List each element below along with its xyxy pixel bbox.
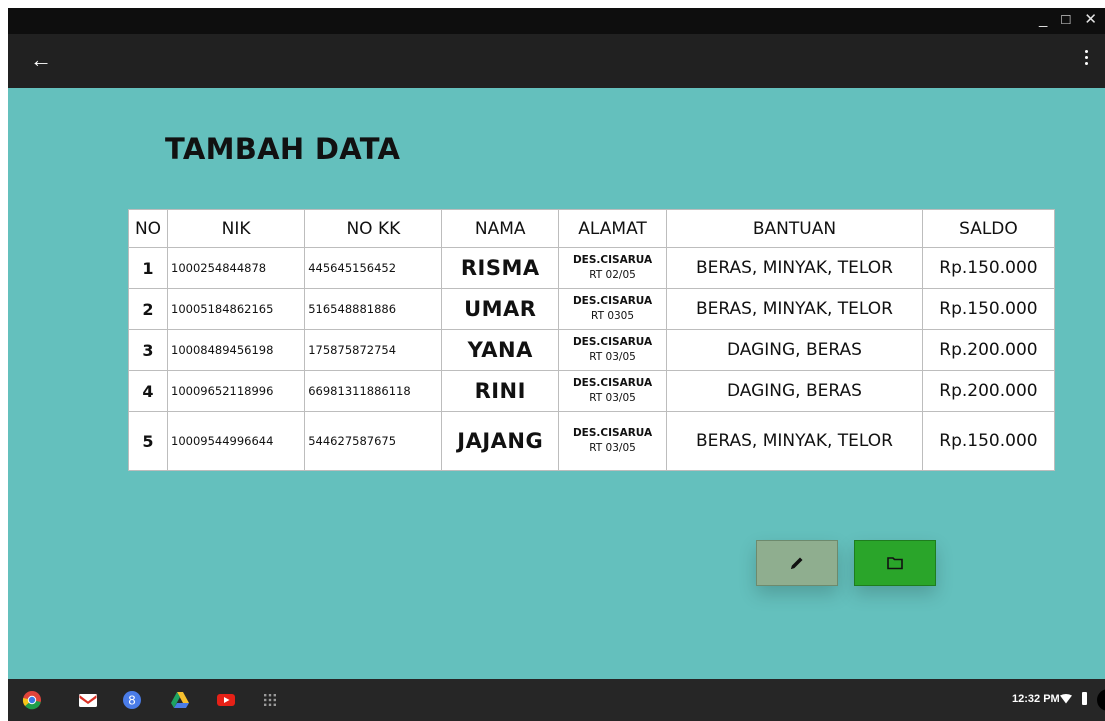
- app-launcher-icon[interactable]: [260, 690, 280, 710]
- table-row: 5 10009544996644 544627587675 JAJANG DES…: [128, 411, 1056, 471]
- cell-alamat: DES.CISARUA RT 03/05: [558, 329, 668, 371]
- maximize-button[interactable]: □: [1061, 10, 1070, 30]
- back-arrow-icon[interactable]: ←: [30, 48, 52, 72]
- alamat-rt: RT 03/05: [589, 351, 636, 363]
- avatar[interactable]: [1097, 689, 1105, 711]
- battery-icon[interactable]: [1082, 692, 1087, 705]
- cell-bantuan: BERAS, MINYAK, TELOR: [666, 411, 923, 471]
- cell-nik: 10009544996644: [166, 411, 306, 471]
- cell-saldo: Rp.200.000: [921, 329, 1056, 371]
- window-titlebar: _ □ ✕: [8, 8, 1105, 34]
- cell-saldo: Rp.150.000: [921, 288, 1056, 330]
- youtube-icon[interactable]: [216, 690, 236, 710]
- cell-bantuan: BERAS, MINYAK, TELOR: [666, 247, 923, 289]
- close-button[interactable]: ✕: [1084, 10, 1097, 30]
- app-toolbar: ←: [8, 34, 1105, 88]
- header-no-kk: NO KK: [304, 209, 443, 248]
- cell-no-kk: 445645156452: [304, 247, 443, 289]
- alamat-desa: DES.CISARUA: [572, 377, 653, 389]
- cell-no-kk: 516548881886: [304, 288, 443, 330]
- system-clock[interactable]: 12:32 PM: [1012, 693, 1060, 705]
- more-vert-icon[interactable]: [1081, 47, 1091, 73]
- window-controls: _ □ ✕: [1039, 10, 1097, 30]
- gmail-icon[interactable]: [78, 690, 98, 710]
- header-nama: NAMA: [441, 209, 560, 248]
- cell-nama: RINI: [441, 370, 560, 412]
- cell-alamat: DES.CISARUA RT 03/05: [558, 411, 668, 471]
- cell-nama: RISMA: [441, 247, 560, 289]
- chrome-icon[interactable]: [22, 690, 42, 710]
- header-nik: NIK: [166, 209, 306, 248]
- alamat-rt: RT 03/05: [589, 442, 636, 454]
- header-saldo: SALDO: [921, 209, 1056, 248]
- cell-nik: 10005184862165: [166, 288, 306, 330]
- cell-alamat: DES.CISARUA RT 02/05: [558, 247, 668, 289]
- google-search-icon[interactable]: 8: [122, 690, 142, 710]
- alamat-desa: DES.CISARUA: [572, 427, 653, 439]
- cell-no-kk: 66981311886118: [304, 370, 443, 412]
- cell-bantuan: DAGING, BERAS: [666, 329, 923, 371]
- header-bantuan: BANTUAN: [666, 209, 923, 248]
- window-margin: [0, 0, 8, 721]
- cell-no: 2: [128, 288, 168, 330]
- cell-bantuan: BERAS, MINYAK, TELOR: [666, 288, 923, 330]
- cell-bantuan: DAGING, BERAS: [666, 370, 923, 412]
- table-row: 4 10009652118996 66981311886118 RINI DES…: [128, 370, 1056, 412]
- table-row: 3 10008489456198 175875872754 YANA DES.C…: [128, 329, 1056, 371]
- alamat-rt: RT 03/05: [589, 392, 636, 404]
- os-shelf: 8 12:32 PM: [8, 679, 1105, 721]
- table-row: 1 1000254844878 445645156452 RISMA DES.C…: [128, 247, 1056, 289]
- alamat-desa: DES.CISARUA: [572, 254, 653, 266]
- cell-no-kk: 544627587675: [304, 411, 443, 471]
- folder-icon: [887, 557, 903, 570]
- folder-button[interactable]: [854, 540, 936, 586]
- table-row: 2 10005184862165 516548881886 UMAR DES.C…: [128, 288, 1056, 330]
- cell-alamat: DES.CISARUA RT 03/05: [558, 370, 668, 412]
- alamat-rt: RT 0305: [591, 310, 635, 322]
- cell-nama: JAJANG: [441, 411, 560, 471]
- cell-saldo: Rp.200.000: [921, 370, 1056, 412]
- header-alamat: ALAMAT: [558, 209, 668, 248]
- edit-button[interactable]: [756, 540, 838, 586]
- alamat-rt: RT 02/05: [589, 269, 636, 281]
- table-header-row: NO NIK NO KK NAMA ALAMAT BANTUAN SALDO: [128, 209, 1056, 248]
- alamat-desa: DES.CISARUA: [572, 295, 653, 307]
- header-no: NO: [128, 209, 168, 248]
- cell-nik: 10008489456198: [166, 329, 306, 371]
- wifi-icon[interactable]: [1060, 694, 1072, 704]
- cell-saldo: Rp.150.000: [921, 247, 1056, 289]
- cell-no: 5: [128, 411, 168, 471]
- cell-nik: 10009652118996: [166, 370, 306, 412]
- cell-alamat: DES.CISARUA RT 0305: [558, 288, 668, 330]
- cell-no: 3: [128, 329, 168, 371]
- cell-no: 1: [128, 247, 168, 289]
- google-drive-icon[interactable]: [170, 690, 190, 710]
- data-table: NO NIK NO KK NAMA ALAMAT BANTUAN SALDO 1…: [128, 209, 1056, 471]
- svg-text:8: 8: [128, 693, 135, 708]
- cell-saldo: Rp.150.000: [921, 411, 1056, 471]
- cell-nama: YANA: [441, 329, 560, 371]
- minimize-button[interactable]: _: [1039, 10, 1047, 30]
- alamat-desa: DES.CISARUA: [572, 336, 653, 348]
- cell-no-kk: 175875872754: [304, 329, 443, 371]
- cell-no: 4: [128, 370, 168, 412]
- cell-nama: UMAR: [441, 288, 560, 330]
- page-title: TAMBAH DATA: [165, 132, 401, 166]
- main-content: TAMBAH DATA NO NIK NO KK NAMA ALAMAT BAN…: [8, 88, 1105, 679]
- pencil-icon: [791, 557, 803, 569]
- cell-nik: 1000254844878: [166, 247, 306, 289]
